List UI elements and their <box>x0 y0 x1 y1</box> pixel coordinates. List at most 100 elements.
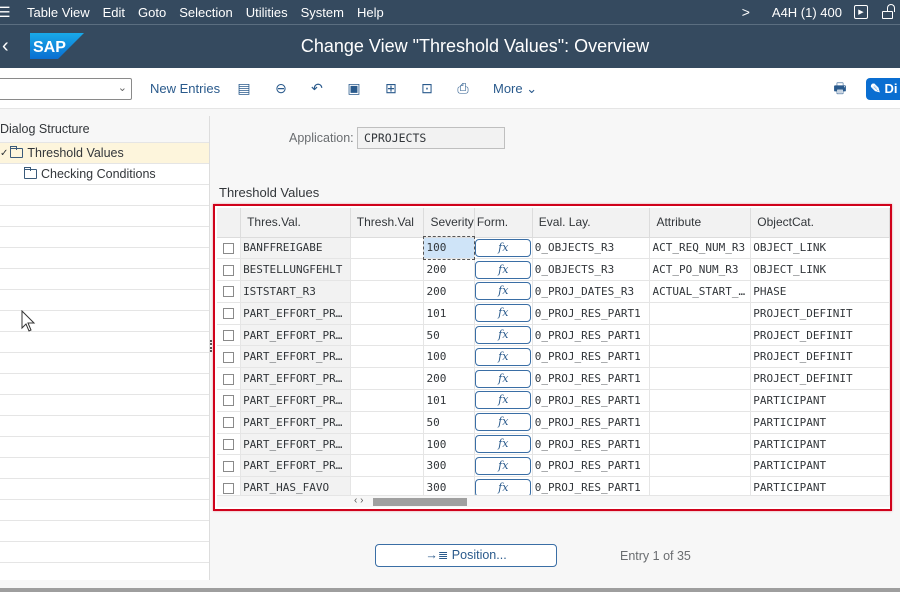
row-checkbox[interactable] <box>223 286 235 298</box>
col-attribute[interactable]: Attribute <box>649 208 752 238</box>
formula-button[interactable]: fx <box>475 478 532 497</box>
table-row[interactable]: BANFFREIGABE 100 fx 0_OBJECTS_R3 ACT_REQ_NUM… <box>217 236 890 260</box>
formula-button[interactable]: fx <box>475 282 532 301</box>
severity-cell[interactable]: 200 <box>423 280 475 303</box>
row-checkbox[interactable] <box>223 242 235 254</box>
object-cat-cell[interactable]: PARTICIPANT <box>750 389 890 412</box>
eval-lay-cell[interactable]: 0_OBJECTS_R3 <box>532 258 651 282</box>
row-select-cell[interactable] <box>217 411 242 434</box>
severity-cell[interactable]: 100 <box>423 433 475 456</box>
tree-item-checking-conditions[interactable]: Checking Conditions <box>0 164 209 185</box>
thresh-val-cell[interactable] <box>350 237 425 260</box>
table-row[interactable]: PART_EFFORT_PR… 300 fx 0_PROJ_RES_PART1 PART… <box>217 454 890 478</box>
thresh-val-cell[interactable] <box>350 433 425 456</box>
menu-selection[interactable]: Selection <box>179 5 232 20</box>
attribute-cell[interactable] <box>649 367 752 391</box>
formula-button[interactable]: fx <box>475 347 532 366</box>
table-row[interactable]: BESTELLUNGFEHLT 200 fx 0_OBJECTS_R3 ACT_PO_N… <box>217 258 890 282</box>
thresh-val-cell[interactable] <box>350 367 425 391</box>
hamburger-icon[interactable]: ☰ <box>0 4 14 21</box>
attribute-cell[interactable] <box>649 411 752 434</box>
object-cat-cell[interactable]: PARTICIPANT <box>750 411 890 434</box>
command-field[interactable]: ⌄ <box>0 78 132 100</box>
menu-edit[interactable]: Edit <box>103 5 125 20</box>
col-form[interactable]: Form. <box>474 208 533 238</box>
object-cat-cell[interactable]: PROJECT_DEFINIT <box>750 367 890 391</box>
thresh-val-cell[interactable] <box>350 258 425 282</box>
severity-cell[interactable]: 100 <box>423 345 475 369</box>
col-thres-val[interactable]: Thres.Val. <box>240 208 351 238</box>
object-cat-cell[interactable]: PARTICIPANT <box>750 454 890 478</box>
formula-button[interactable]: fx <box>475 391 532 410</box>
row-checkbox[interactable] <box>223 308 235 320</box>
row-checkbox[interactable] <box>223 482 235 494</box>
formula-button[interactable]: fx <box>475 238 532 257</box>
severity-cell[interactable]: 101 <box>423 389 475 412</box>
attribute-cell[interactable] <box>649 324 752 347</box>
attribute-cell[interactable]: ACTUAL_START_… <box>649 280 752 303</box>
formula-button[interactable]: fx <box>475 260 532 279</box>
eval-lay-cell[interactable]: 0_PROJ_RES_PART1 <box>532 411 651 434</box>
attribute-cell[interactable] <box>649 454 752 478</box>
col-object-cat[interactable]: ObjectCat. <box>750 208 890 238</box>
eval-lay-cell[interactable]: 0_PROJ_DATES_R3 <box>532 280 651 303</box>
delete-icon[interactable]: ⊖ <box>272 79 290 97</box>
chevron-right-icon[interactable]: > <box>742 4 750 20</box>
eval-lay-cell[interactable]: 0_PROJ_RES_PART1 <box>532 367 651 391</box>
row-select-cell[interactable] <box>217 302 242 325</box>
row-select-cell[interactable] <box>217 280 242 303</box>
print-preview-icon[interactable]: ⎙ <box>454 79 472 97</box>
object-cat-cell[interactable]: PROJECT_DEFINIT <box>750 345 890 369</box>
table-row[interactable]: ISTSTART_R3 200 fx 0_PROJ_DATES_R3 ACTUAL_ST… <box>217 280 890 303</box>
table-row[interactable]: PART_EFFORT_PR… 50 fx 0_PROJ_RES_PART1 PARTI… <box>217 411 890 434</box>
severity-cell[interactable]: 200 <box>423 258 475 282</box>
table-row[interactable]: PART_EFFORT_PR… 200 fx 0_PROJ_RES_PART1 PROJ… <box>217 367 890 391</box>
scroll-arrows-icon[interactable]: ‹ › <box>354 495 363 506</box>
table-row[interactable]: PART_EFFORT_PR… 100 fx 0_PROJ_RES_PART1 PROJ… <box>217 345 890 369</box>
scrollbar-thumb[interactable] <box>373 498 467 506</box>
severity-cell[interactable]: 101 <box>423 302 475 325</box>
severity-cell[interactable]: 300 <box>423 454 475 478</box>
severity-cell[interactable]: 50 <box>423 324 475 347</box>
formula-button[interactable]: fx <box>475 326 532 345</box>
eval-lay-cell[interactable]: 0_PROJ_RES_PART1 <box>532 433 651 456</box>
select-all-header[interactable] <box>217 208 242 238</box>
row-checkbox[interactable] <box>223 351 235 363</box>
deselect-all-icon[interactable]: ⊡ <box>418 79 436 97</box>
thresh-val-cell[interactable] <box>350 411 425 434</box>
select-block-icon[interactable]: ⊞ <box>382 79 400 97</box>
new-entries-button[interactable]: New Entries <box>150 81 220 96</box>
row-checkbox[interactable] <box>223 460 235 472</box>
tree-item-threshold-values[interactable]: ✓ Threshold Values <box>0 143 209 164</box>
row-select-cell[interactable] <box>217 389 242 412</box>
formula-button[interactable]: fx <box>475 413 532 432</box>
thresh-val-cell[interactable] <box>350 454 425 478</box>
col-severity[interactable]: Severity <box>423 208 475 238</box>
formula-button[interactable]: fx <box>475 435 532 454</box>
undo-icon[interactable]: ↶ <box>308 79 326 97</box>
object-cat-cell[interactable]: PROJECT_DEFINIT <box>750 302 890 325</box>
row-select-cell[interactable] <box>217 454 242 478</box>
object-cat-cell[interactable]: OBJECT_LINK <box>750 258 890 282</box>
row-checkbox[interactable] <box>223 330 235 342</box>
row-checkbox[interactable] <box>223 264 235 276</box>
menu-system[interactable]: System <box>301 5 344 20</box>
attribute-cell[interactable] <box>649 389 752 412</box>
menu-goto[interactable]: Goto <box>138 5 166 20</box>
attribute-cell[interactable] <box>649 302 752 325</box>
eval-lay-cell[interactable]: 0_PROJ_RES_PART1 <box>532 389 651 412</box>
col-eval-lay[interactable]: Eval. Lay. <box>532 208 651 238</box>
position-button[interactable]: →≣ Position... <box>375 544 557 567</box>
eval-lay-cell[interactable]: 0_PROJ_RES_PART1 <box>532 345 651 369</box>
col-thresh-val[interactable]: Thresh.Val <box>350 208 425 238</box>
row-checkbox[interactable] <box>223 417 235 429</box>
row-select-cell[interactable] <box>217 237 242 260</box>
table-row[interactable]: PART_EFFORT_PR… 101 fx 0_PROJ_RES_PART1 PART… <box>217 389 890 412</box>
object-cat-cell[interactable]: PROJECT_DEFINIT <box>750 324 890 347</box>
display-change-button[interactable]: ✎ Di <box>866 78 900 100</box>
severity-cell[interactable]: 100 <box>422 236 476 260</box>
object-cat-cell[interactable]: PHASE <box>750 280 890 303</box>
attribute-cell[interactable]: ACT_REQ_NUM_R3 <box>649 237 752 260</box>
eval-lay-cell[interactable]: 0_PROJ_RES_PART1 <box>532 302 651 325</box>
row-select-cell[interactable] <box>217 345 242 369</box>
